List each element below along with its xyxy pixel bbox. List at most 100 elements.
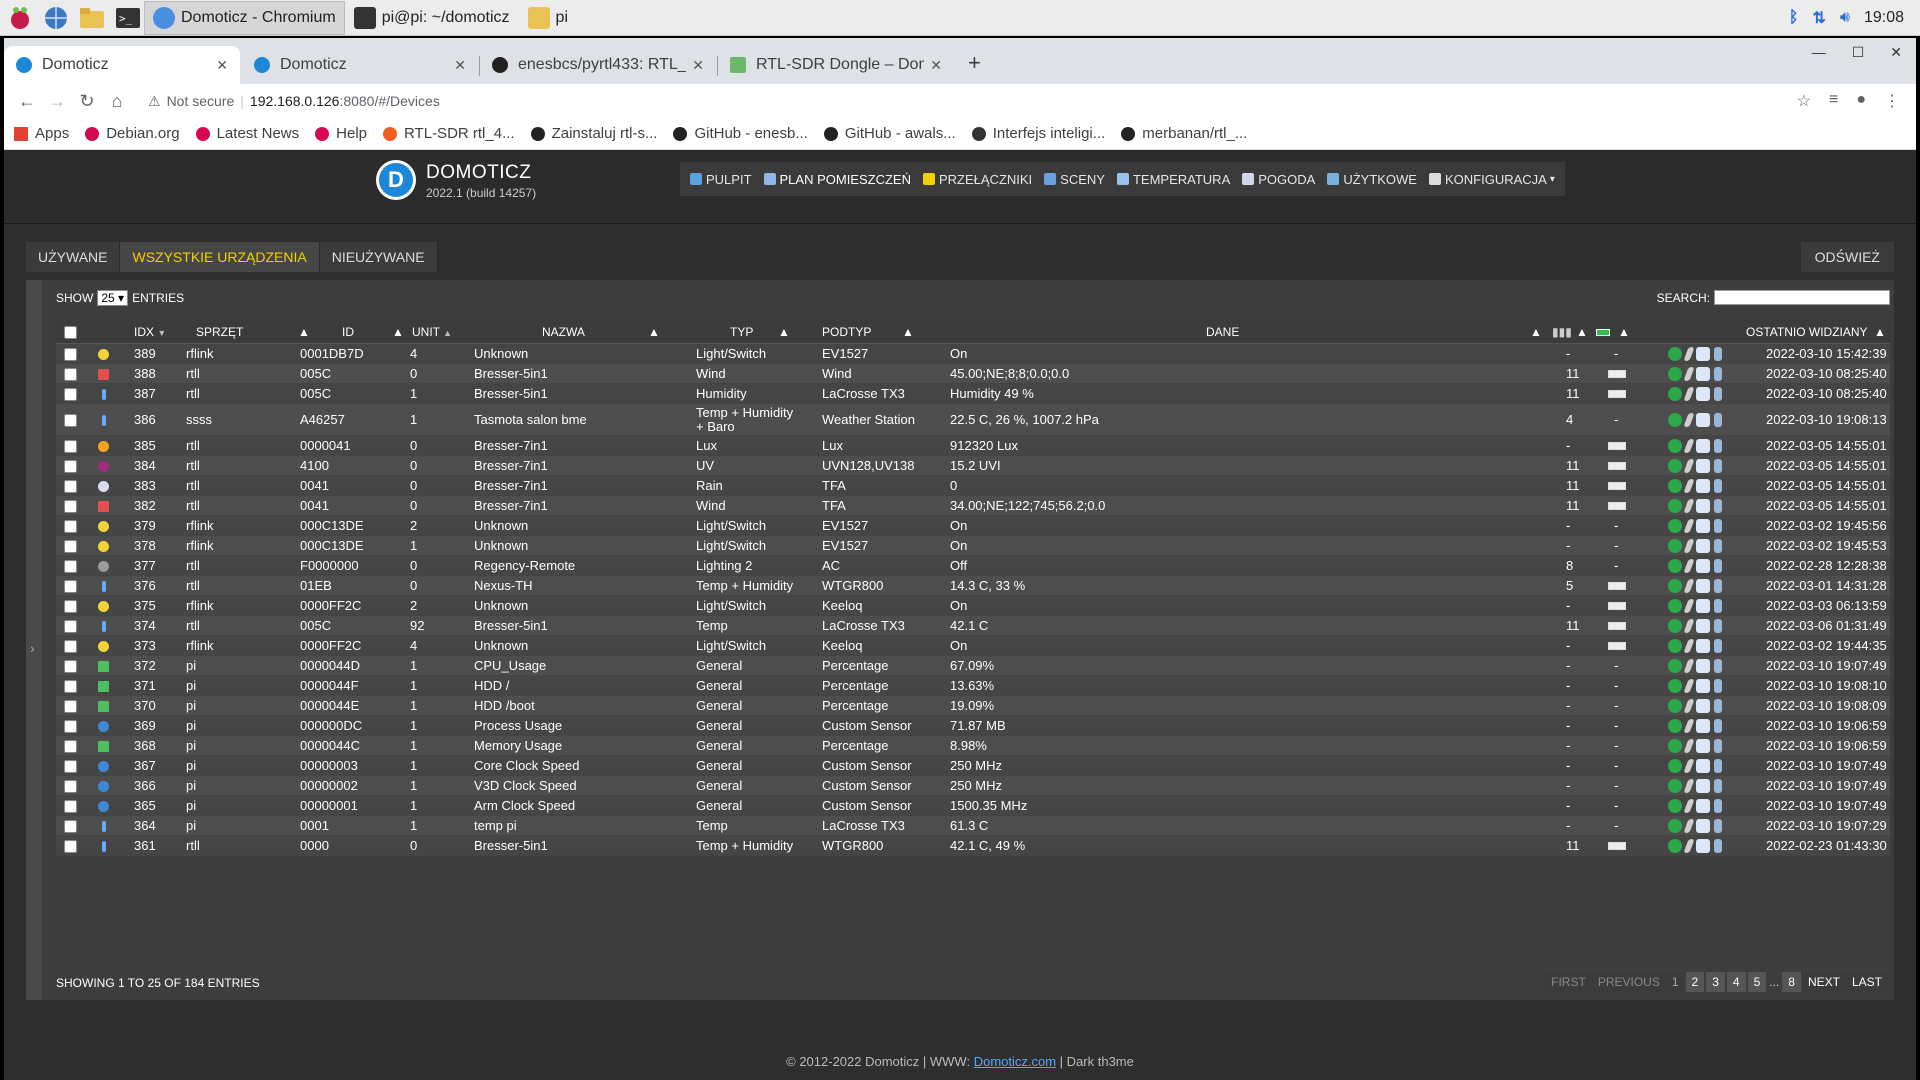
edit-pencil-icon[interactable] <box>1683 639 1695 653</box>
edit-pencil-icon[interactable] <box>1683 759 1695 773</box>
menu-0[interactable]: PULPIT <box>684 172 758 187</box>
row-checkbox[interactable] <box>64 600 77 613</box>
terminal-icon[interactable]: >_ <box>112 3 144 33</box>
row-checkbox[interactable] <box>64 560 77 573</box>
new-tab-button[interactable]: + <box>956 50 993 84</box>
delete-icon[interactable] <box>1714 839 1722 853</box>
log-icon[interactable] <box>1696 619 1710 633</box>
favorite-toggle-icon[interactable] <box>1668 387 1682 401</box>
close-tab-icon[interactable]: ✕ <box>454 57 466 74</box>
col-subtype[interactable]: PODTYP <box>822 320 871 344</box>
table-row[interactable]: 369 pi 000000DC 1 Process Usage General Custom… <box>56 716 1890 736</box>
edit-pencil-icon[interactable] <box>1683 819 1695 833</box>
row-checkbox[interactable] <box>64 368 77 381</box>
edit-pencil-icon[interactable] <box>1683 719 1695 733</box>
row-checkbox[interactable] <box>64 620 77 633</box>
favorite-toggle-icon[interactable] <box>1668 539 1682 553</box>
favorite-toggle-icon[interactable] <box>1668 679 1682 693</box>
row-checkbox[interactable] <box>64 388 77 401</box>
col-last-seen[interactable]: OSTATNIO WIDZIANY <box>1746 320 1868 344</box>
col-name[interactable]: NAZWA <box>542 320 585 344</box>
row-checkbox[interactable] <box>64 800 77 813</box>
edit-pencil-icon[interactable] <box>1683 367 1695 381</box>
col-signal-icon[interactable]: ▮▮▮ <box>1552 320 1572 344</box>
task-folder[interactable]: pi <box>519 1 719 35</box>
close-tab-icon[interactable]: ✕ <box>692 57 704 74</box>
row-checkbox[interactable] <box>64 520 77 533</box>
delete-icon[interactable] <box>1714 559 1722 573</box>
clock[interactable]: 19:08 <box>1864 9 1904 27</box>
delete-icon[interactable] <box>1714 679 1722 693</box>
edit-pencil-icon[interactable] <box>1683 459 1695 473</box>
select-all-checkbox[interactable] <box>64 326 77 339</box>
edit-pencil-icon[interactable] <box>1683 659 1695 673</box>
favorite-toggle-icon[interactable] <box>1668 579 1682 593</box>
close-window-icon[interactable]: ✕ <box>1890 44 1902 61</box>
edit-pencil-icon[interactable] <box>1683 779 1695 793</box>
pager-page[interactable]: 3 <box>1706 972 1725 992</box>
favorite-toggle-icon[interactable] <box>1668 779 1682 793</box>
col-idx[interactable]: IDX ▼ <box>134 320 166 344</box>
bookmark-item[interactable]: GitHub - enesb... <box>673 125 808 142</box>
delete-icon[interactable] <box>1714 819 1722 833</box>
log-icon[interactable] <box>1696 699 1710 713</box>
bookmark-item[interactable]: GitHub - awals... <box>823 125 956 142</box>
pager-next[interactable]: NEXT <box>1801 972 1846 992</box>
menu-7[interactable]: KONFIGURACJA ▾ <box>1423 172 1561 187</box>
favorite-toggle-icon[interactable] <box>1668 819 1682 833</box>
table-row[interactable]: 383 rtll 0041 0 Bresser-7in1 Rain TFA 0 11 2022-0… <box>56 476 1890 496</box>
edit-pencil-icon[interactable] <box>1683 699 1695 713</box>
row-checkbox[interactable] <box>64 740 77 753</box>
table-row[interactable]: 375 rflink 0000FF2C 2 Unknown Light/Switch Kee… <box>56 596 1890 616</box>
pager-page[interactable]: 8 <box>1782 972 1801 992</box>
delete-icon[interactable] <box>1714 539 1722 553</box>
delete-icon[interactable] <box>1714 619 1722 633</box>
edit-pencil-icon[interactable] <box>1683 619 1695 633</box>
web-browser-icon[interactable] <box>40 3 72 33</box>
row-checkbox[interactable] <box>64 780 77 793</box>
log-icon[interactable] <box>1696 639 1710 653</box>
address-bar[interactable]: ⚠ Not secure | 192.168.0.126:8080/#/Devi… <box>140 87 1789 115</box>
edit-pencil-icon[interactable] <box>1683 559 1695 573</box>
task-chromium[interactable]: Domoticz - Chromium <box>144 0 345 35</box>
log-icon[interactable] <box>1696 559 1710 573</box>
tab-github-pyrtl433[interactable]: enesbcs/pyrtl433: RTL_433✕ <box>480 46 718 84</box>
row-checkbox[interactable] <box>64 460 77 473</box>
log-icon[interactable] <box>1696 799 1710 813</box>
edit-pencil-icon[interactable] <box>1683 579 1695 593</box>
edit-pencil-icon[interactable] <box>1683 599 1695 613</box>
menu-6[interactable]: UŻYTKOWE <box>1321 172 1423 187</box>
side-expander[interactable]: › <box>26 280 42 1000</box>
edit-pencil-icon[interactable] <box>1683 799 1695 813</box>
table-row[interactable]: 388 rtll 005C 0 Bresser-5in1 Wind Wind 45.00;NE… <box>56 364 1890 384</box>
edit-pencil-icon[interactable] <box>1683 387 1695 401</box>
log-icon[interactable] <box>1696 413 1710 427</box>
volume-icon[interactable]: 🔊︎ <box>1840 9 1850 27</box>
favorite-toggle-icon[interactable] <box>1668 639 1682 653</box>
log-icon[interactable] <box>1696 719 1710 733</box>
edit-pencil-icon[interactable] <box>1683 519 1695 533</box>
delete-icon[interactable] <box>1714 459 1722 473</box>
col-id[interactable]: ID <box>342 320 354 344</box>
pager-page[interactable]: 5 <box>1747 972 1767 992</box>
file-manager-icon[interactable] <box>76 3 108 33</box>
log-icon[interactable] <box>1696 759 1710 773</box>
raspberry-menu-icon[interactable] <box>4 3 36 33</box>
favorite-toggle-icon[interactable] <box>1668 619 1682 633</box>
close-tab-icon[interactable]: ✕ <box>216 57 228 74</box>
edit-pencil-icon[interactable] <box>1683 839 1695 853</box>
delete-icon[interactable] <box>1714 759 1722 773</box>
row-checkbox[interactable] <box>64 700 77 713</box>
entries-select[interactable]: 25 ▾ <box>97 290 129 306</box>
search-input[interactable] <box>1714 290 1890 305</box>
table-row[interactable]: 374 rtll 005C 92 Bresser-5in1 Temp LaCrosse TX… <box>56 616 1890 636</box>
log-icon[interactable] <box>1696 739 1710 753</box>
row-checkbox[interactable] <box>64 540 77 553</box>
row-checkbox[interactable] <box>64 840 77 853</box>
pager-first[interactable]: FIRST <box>1545 972 1592 992</box>
table-row[interactable]: 379 rflink 000C13DE 2 Unknown Light/Switch EV1… <box>56 516 1890 536</box>
chevron-right-icon[interactable]: › <box>30 640 35 656</box>
favorite-toggle-icon[interactable] <box>1668 367 1682 381</box>
favorite-toggle-icon[interactable] <box>1668 739 1682 753</box>
bookmark-item[interactable]: RTL-SDR rtl_4... <box>383 125 515 142</box>
